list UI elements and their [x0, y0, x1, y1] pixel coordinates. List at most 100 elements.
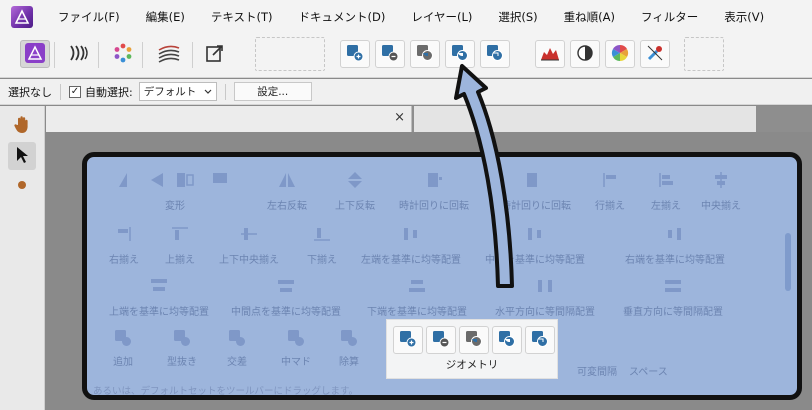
align-left-icon: [656, 171, 676, 189]
tool-label-align-row: 行揃え: [595, 201, 625, 212]
menu-filters[interactable]: フィルター: [628, 9, 711, 25]
tool-label-distribute-bottom: 下端を基準に均等配置: [367, 307, 467, 318]
tool-align-left[interactable]: 左揃え: [651, 171, 681, 212]
menu-view[interactable]: 表示(V): [711, 9, 777, 25]
rotate-counterclockwise-icon: [521, 171, 541, 189]
customize-toolbar-panel: 変形 左右反転 上下反転 時計回りに回転 反時計回りに回転 行揃え 左揃え 中央…: [82, 152, 802, 400]
affinity-designer-logo-icon[interactable]: [11, 6, 33, 28]
scrollbar-thumb[interactable]: [785, 233, 791, 291]
tool-align-row[interactable]: 行揃え: [595, 171, 625, 212]
tool-flip-vertical[interactable]: 上下反転: [335, 171, 375, 212]
geometry-divide-icon: [486, 44, 504, 65]
tool-geometry-divide[interactable]: 除算: [339, 329, 359, 368]
tool-align-right[interactable]: 右揃え: [109, 225, 139, 266]
tool-flip-icons-group[interactable]: 変形: [115, 171, 235, 212]
menu-select[interactable]: 選択(S): [485, 9, 550, 25]
geometry-group-draggable[interactable]: ジオメトリ: [386, 319, 558, 379]
tool-label-distribute-left: 左端を基準に均等配置: [361, 255, 461, 266]
tool-label-add: 追加: [113, 357, 133, 368]
toolbar-empty-slot-right: [684, 37, 724, 71]
tool-geometry-xor[interactable]: 中マド: [281, 329, 311, 368]
tool-label-space: スペース: [629, 367, 668, 378]
color-picker-button[interactable]: [640, 40, 670, 68]
tool-distribute-left[interactable]: 左端を基準に均等配置: [361, 225, 461, 266]
menu-layer[interactable]: レイヤー(L): [398, 9, 485, 25]
geometry-xor-icon: [287, 329, 305, 347]
align-right-icon: [114, 225, 134, 243]
menu-document[interactable]: ドキュメント(D): [286, 9, 399, 25]
vector-brush-button[interactable]: [154, 40, 184, 68]
geometry-add-icon: [114, 329, 132, 347]
distribute-center-icon: [525, 225, 545, 243]
tool-distribute-bottom[interactable]: 下端を基準に均等配置: [367, 277, 467, 318]
distribute-bottom-icon: [406, 277, 428, 295]
tool-label-distribute-center: 中心を基準に均等配置: [485, 255, 585, 266]
context-toolbar: 選択なし ✓ 自動選択: デフォルト 設定...: [0, 79, 812, 105]
geometry-subtract-button: [426, 326, 456, 354]
tool-distribute-top[interactable]: 上端を基準に均等配置: [109, 277, 209, 318]
levels-button[interactable]: [535, 40, 565, 68]
settings-button[interactable]: 設定...: [233, 82, 312, 101]
node-tool[interactable]: [8, 172, 36, 200]
align-bottom-icon: [312, 225, 332, 243]
brush-icon: [15, 180, 29, 193]
selection-status: 選択なし: [8, 85, 52, 99]
contrast-icon: [576, 44, 594, 65]
tool-geometry-subtract[interactable]: 型抜き: [167, 329, 197, 368]
contrast-button[interactable]: [570, 40, 600, 68]
auto-select-checkbox[interactable]: ✓: [69, 85, 81, 98]
tool-align-top[interactable]: 上揃え: [165, 225, 195, 266]
color-wheel-button[interactable]: [605, 40, 635, 68]
tool-flip-horizontal[interactable]: 左右反転: [267, 171, 307, 212]
menu-arrange[interactable]: 重ね順(A): [551, 9, 628, 25]
close-icon[interactable]: ×: [394, 111, 405, 125]
menu-file[interactable]: ファイル(F): [45, 9, 133, 25]
tool-geometry-add[interactable]: 追加: [113, 329, 133, 368]
arrow-pointer-icon: [15, 146, 29, 167]
geometry-divide-icon: [531, 330, 549, 351]
tool-align-center[interactable]: 中央揃え: [701, 171, 741, 212]
tool-distribute-center[interactable]: 中心を基準に均等配置: [485, 225, 585, 266]
tool-label-flip-vertical: 上下反転: [335, 201, 375, 212]
photo-persona-button[interactable]: [108, 40, 138, 68]
tools-panel: [0, 106, 45, 410]
geometry-subtract-button[interactable]: [375, 40, 405, 68]
tool-geometry-intersect[interactable]: 交差: [227, 329, 247, 368]
designer-persona-icon: [24, 42, 46, 67]
tool-space-vertical[interactable]: 垂直方向に等間隔配置: [623, 277, 723, 318]
geometry-group-label: ジオメトリ: [445, 359, 499, 371]
levels-icon: [540, 44, 560, 65]
geometry-intersect-icon: [465, 330, 483, 351]
view-tool[interactable]: [8, 112, 36, 140]
tool-label-distribute-right: 右端を基準に均等配置: [625, 255, 725, 266]
document-tab[interactable]: ×: [46, 106, 412, 132]
designer-persona-button[interactable]: [20, 40, 50, 68]
geometry-intersect-button[interactable]: [410, 40, 440, 68]
tool-align-bottom[interactable]: 下揃え: [307, 225, 337, 266]
tool-space-horizontal[interactable]: 水平方向に等間隔配置: [495, 277, 595, 318]
auto-select-dropdown[interactable]: デフォルト: [138, 82, 217, 101]
tool-distribute-middle[interactable]: 中間点を基準に均等配置: [231, 277, 341, 318]
tool-rotate-clockwise[interactable]: 時計回りに回転: [399, 171, 469, 212]
tool-label-align-top: 上揃え: [165, 255, 195, 266]
align-top-icon: [170, 225, 190, 243]
tool-distribute-right[interactable]: 右端を基準に均等配置: [625, 225, 725, 266]
move-tool[interactable]: [8, 142, 36, 170]
tool-label-rotate-clockwise: 時計回りに回転: [399, 201, 469, 212]
tool-label-transform: 変形: [165, 201, 185, 212]
tool-label-xor: 中マド: [281, 357, 311, 368]
pixel-persona-button[interactable]: [64, 40, 94, 68]
tool-label-flip-horizontal: 左右反転: [267, 201, 307, 212]
export-persona-button[interactable]: [200, 40, 230, 68]
menu-edit[interactable]: 編集(E): [133, 9, 198, 25]
rotate-clockwise-icon: [424, 171, 444, 189]
tool-rotate-counterclockwise[interactable]: 反時計回りに回転: [491, 171, 571, 212]
pixel-persona-icon: [68, 42, 90, 67]
menu-text[interactable]: テキスト(T): [198, 9, 286, 25]
geometry-divide-button[interactable]: [480, 40, 510, 68]
geometry-add-button[interactable]: [340, 40, 370, 68]
tool-align-middle[interactable]: 上下中央揃え: [219, 225, 279, 266]
geometry-xor-button[interactable]: [445, 40, 475, 68]
geometry-add-icon: [346, 44, 364, 65]
tool-label-intersect: 交差: [227, 357, 247, 368]
